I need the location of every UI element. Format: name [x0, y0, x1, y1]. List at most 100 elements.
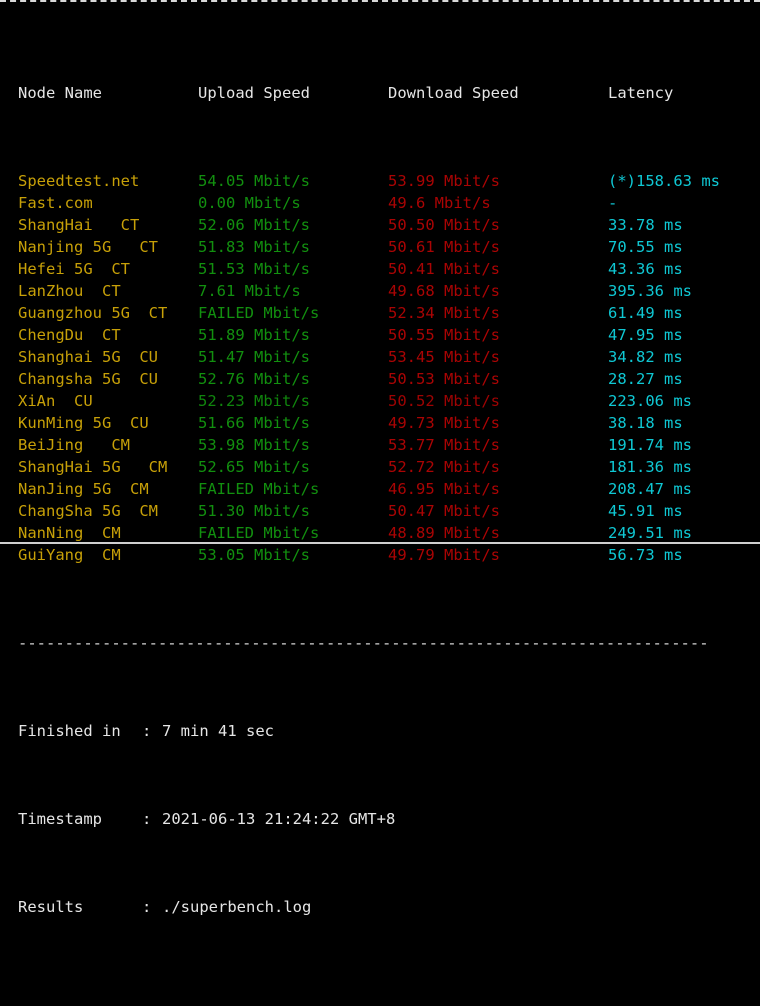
- node-name-cell: NanJing 5G CM: [18, 480, 149, 498]
- table-row: Hefei 5G CT 51.53 Mbit/s 50.41 Mbit/s 43.36…: [0, 258, 760, 280]
- latency-cell: (*)158.63 ms: [608, 172, 720, 190]
- upload-speed-cell: 51.89 Mbit/s: [198, 326, 310, 344]
- download-speed-cell: 52.72 Mbit/s: [388, 458, 500, 476]
- column-header-upload-speed: Upload Speed: [198, 84, 310, 102]
- summary-timestamp-colon: :: [142, 810, 152, 828]
- download-speed-cell: 49.68 Mbit/s: [388, 282, 500, 300]
- upload-speed-cell: 51.47 Mbit/s: [198, 348, 310, 366]
- node-name-cell: Guangzhou 5G CT: [18, 304, 168, 322]
- upload-speed-cell: FAILED Mbit/s: [198, 480, 320, 498]
- table-row: NanJing 5G CM FAILED Mbit/s 46.95 Mbit/s 20…: [0, 478, 760, 500]
- latency-cell: 28.27 ms: [608, 370, 683, 388]
- upload-speed-cell: FAILED Mbit/s: [198, 304, 320, 322]
- download-speed-cell: 49.79 Mbit/s: [388, 546, 500, 564]
- upload-speed-cell: 52.65 Mbit/s: [198, 458, 310, 476]
- download-speed-cell: 50.61 Mbit/s: [388, 238, 500, 256]
- latency-cell: 249.51 ms: [608, 524, 692, 542]
- upload-speed-cell: 51.83 Mbit/s: [198, 238, 310, 256]
- download-speed-cell: 50.50 Mbit/s: [388, 216, 500, 234]
- upload-speed-cell: 54.05 Mbit/s: [198, 172, 310, 190]
- upload-speed-cell: 52.06 Mbit/s: [198, 216, 310, 234]
- node-name-cell: Hefei 5G CT: [18, 260, 130, 278]
- section-divider: ----------------------------------------…: [18, 634, 709, 652]
- download-speed-cell: 53.99 Mbit/s: [388, 172, 500, 190]
- table-row: XiAn CU 52.23 Mbit/s 50.52 Mbit/s 223.06 ms: [0, 390, 760, 412]
- summary-results-path: ./superbench.log: [162, 898, 312, 916]
- download-speed-cell: 53.45 Mbit/s: [388, 348, 500, 366]
- upload-speed-cell: 52.76 Mbit/s: [198, 370, 310, 388]
- download-speed-cell: 50.53 Mbit/s: [388, 370, 500, 388]
- node-name-cell: Nanjing 5G CT: [18, 238, 158, 256]
- latency-cell: 47.95 ms: [608, 326, 683, 344]
- node-name-cell: ShangHai CT: [18, 216, 140, 234]
- upload-speed-cell: 7.61 Mbit/s: [198, 282, 301, 300]
- download-speed-cell: 50.41 Mbit/s: [388, 260, 500, 278]
- download-speed-cell: 53.77 Mbit/s: [388, 436, 500, 454]
- summary-timestamp-row: Timestamp : 2021-06-13 21:24:22 GMT+8: [0, 808, 760, 830]
- table-row: LanZhou CT 7.61 Mbit/s 49.68 Mbit/s 395.36 …: [0, 280, 760, 302]
- table-row: ShangHai CT 52.06 Mbit/s 50.50 Mbit/s 33.78…: [0, 214, 760, 236]
- node-name-cell: GuiYang CM: [18, 546, 121, 564]
- node-name-cell: ChengDu CT: [18, 326, 121, 344]
- table-row: Speedtest.net 54.05 Mbit/s 53.99 Mbit/s (*)…: [0, 170, 760, 192]
- latency-cell: 181.36 ms: [608, 458, 692, 476]
- upload-speed-cell: 52.23 Mbit/s: [198, 392, 310, 410]
- node-name-cell: KunMing 5G CU: [18, 414, 149, 432]
- node-name-cell: ChangSha 5G CM: [18, 502, 158, 520]
- download-speed-cell: 49.6 Mbit/s: [388, 194, 491, 212]
- table-row: Changsha 5G CU 52.76 Mbit/s 50.53 Mbit/s 28…: [0, 368, 760, 390]
- latency-cell: 61.49 ms: [608, 304, 683, 322]
- download-speed-cell: 50.55 Mbit/s: [388, 326, 500, 344]
- latency-cell: 70.55 ms: [608, 238, 683, 256]
- summary-finished-in-colon: :: [142, 722, 152, 740]
- table-row: NanNing CM FAILED Mbit/s 48.89 Mbit/s 249.5…: [0, 522, 760, 544]
- download-speed-cell: 49.73 Mbit/s: [388, 414, 500, 432]
- node-name-cell: Shanghai 5G CU: [18, 348, 158, 366]
- summary-finished-in-row: Finished in : 7 min 41 sec: [0, 720, 760, 742]
- summary-results-colon: :: [142, 898, 152, 916]
- node-name-cell: NanNing CM: [18, 524, 121, 542]
- latency-cell: 45.91 ms: [608, 502, 683, 520]
- latency-cell: 56.73 ms: [608, 546, 683, 564]
- upload-speed-cell: FAILED Mbit/s: [198, 524, 320, 542]
- table-row: GuiYang CM 53.05 Mbit/s 49.79 Mbit/s 56.73 …: [0, 544, 760, 566]
- latency-cell: 191.74 ms: [608, 436, 692, 454]
- upload-speed-cell: 53.98 Mbit/s: [198, 436, 310, 454]
- download-speed-cell: 52.34 Mbit/s: [388, 304, 500, 322]
- table-row: KunMing 5G CU 51.66 Mbit/s 49.73 Mbit/s 38.…: [0, 412, 760, 434]
- latency-cell: 223.06 ms: [608, 392, 692, 410]
- download-speed-cell: 50.47 Mbit/s: [388, 502, 500, 520]
- table-row: ChengDu CT 51.89 Mbit/s 50.55 Mbit/s 47.95 …: [0, 324, 760, 346]
- latency-cell: 208.47 ms: [608, 480, 692, 498]
- download-speed-cell: 50.52 Mbit/s: [388, 392, 500, 410]
- node-name-cell: Changsha 5G CU: [18, 370, 158, 388]
- latency-cell: 33.78 ms: [608, 216, 683, 234]
- node-name-cell: Fast.com: [18, 194, 93, 212]
- node-name-cell: BeiJing CM: [18, 436, 130, 454]
- node-name-cell: ShangHai 5G CM: [18, 458, 168, 476]
- table-row: ChangSha 5G CM 51.30 Mbit/s 50.47 Mbit/s 45…: [0, 500, 760, 522]
- table-row: Shanghai 5G CU 51.47 Mbit/s 53.45 Mbit/s 34…: [0, 346, 760, 368]
- table-header-row: Node Name Upload Speed Download Speed La…: [0, 82, 760, 104]
- upload-speed-cell: 51.53 Mbit/s: [198, 260, 310, 278]
- summary-timestamp-label: Timestamp: [18, 810, 102, 828]
- latency-cell: 43.36 ms: [608, 260, 683, 278]
- download-speed-cell: 48.89 Mbit/s: [388, 524, 500, 542]
- download-speed-cell: 46.95 Mbit/s: [388, 480, 500, 498]
- column-header-node-name: Node Name: [18, 84, 102, 102]
- table-row: Guangzhou 5G CT FAILED Mbit/s 52.34 Mbit/s…: [0, 302, 760, 324]
- latency-cell: 38.18 ms: [608, 414, 683, 432]
- column-header-download-speed: Download Speed: [388, 84, 519, 102]
- table-row: Fast.com 0.00 Mbit/s 49.6 Mbit/s -: [0, 192, 760, 214]
- results-table-body: Speedtest.net 54.05 Mbit/s 53.99 Mbit/s (*)…: [0, 170, 760, 566]
- table-row: BeiJing CM 53.98 Mbit/s 53.77 Mbit/s 191.74…: [0, 434, 760, 456]
- latency-cell: 34.82 ms: [608, 348, 683, 366]
- summary-finished-in-value: 7 min 41 sec: [162, 722, 274, 740]
- latency-cell: 395.36 ms: [608, 282, 692, 300]
- upload-speed-cell: 0.00 Mbit/s: [198, 194, 301, 212]
- upload-speed-cell: 53.05 Mbit/s: [198, 546, 310, 564]
- upload-speed-cell: 51.30 Mbit/s: [198, 502, 310, 520]
- summary-timestamp-value: 2021-06-13 21:24:22 GMT+8: [162, 810, 396, 828]
- node-name-cell: Speedtest.net: [18, 172, 140, 190]
- summary-results-row: Results : ./superbench.log: [0, 896, 760, 918]
